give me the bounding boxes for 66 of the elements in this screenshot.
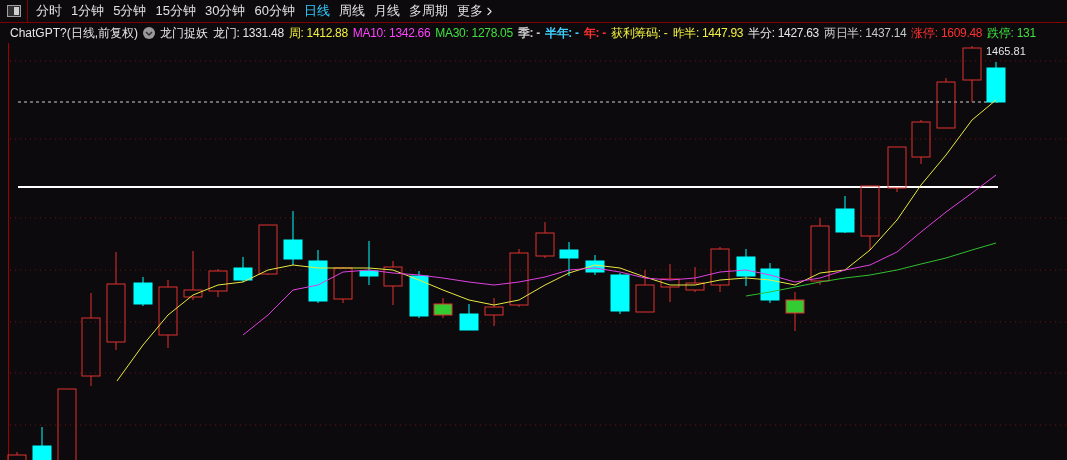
- indicator-reading: 涨停: 1609.48: [911, 25, 983, 42]
- indicator-reading: 两日半: 1437.14: [824, 25, 907, 42]
- indicator-reading: MA30: 1278.05: [435, 25, 513, 42]
- period-tab[interactable]: 日线: [303, 1, 330, 21]
- candlestick: [333, 266, 353, 304]
- candlestick: [308, 249, 328, 304]
- indicator-reading: MA10: 1342.66: [352, 25, 431, 42]
- period-tab[interactable]: 5分钟: [113, 1, 147, 21]
- candlestick: [57, 388, 77, 460]
- candlestick: [887, 146, 907, 193]
- candlestick: [986, 61, 1006, 103]
- candlestick: [459, 303, 479, 331]
- candlestick: [660, 263, 680, 303]
- indicator-reading: 半分: 1427.63: [748, 25, 819, 42]
- indicator-reading: 年: -: [583, 25, 606, 42]
- period-tab[interactable]: 15分钟: [155, 1, 196, 21]
- candlestick: [535, 221, 555, 259]
- candlestick: [835, 195, 855, 234]
- period-tab[interactable]: 60分钟: [254, 1, 295, 21]
- period-tab[interactable]: 月线: [373, 1, 400, 21]
- indicator-reading: 半年: -: [544, 25, 579, 42]
- indicator-reading: 季: -: [517, 25, 540, 42]
- stock-title: ChatGPT?(日线,前复权): [10, 25, 138, 42]
- candlestick: [585, 254, 605, 276]
- candlestick: [810, 217, 830, 286]
- candlestick: [911, 119, 931, 165]
- candlestick: [32, 426, 52, 460]
- candlestick: [258, 224, 278, 276]
- candlestick: [359, 240, 379, 286]
- candlestick: [433, 297, 453, 319]
- candlestick: [936, 77, 956, 129]
- high-price-label: 1465.81: [986, 46, 1026, 57]
- indicator-reading: 龙门: 1331.48: [213, 25, 284, 42]
- indicator-reading: 跌停: 131: [987, 25, 1036, 42]
- candlestick: [785, 291, 805, 332]
- dropdown-icon[interactable]: [143, 27, 155, 39]
- period-tab[interactable]: 30分钟: [204, 1, 246, 21]
- indicator-name: 龙门捉妖: [160, 25, 208, 42]
- candlestick: [509, 248, 529, 308]
- indicator-reading: 周: 1412.88: [288, 25, 348, 42]
- period-tab[interactable]: 更多: [456, 1, 496, 21]
- candlestick: [559, 241, 579, 277]
- period-tab[interactable]: 1分钟: [71, 1, 105, 21]
- indicator-reading: 获利筹码: -: [610, 25, 668, 42]
- candlestick: [208, 268, 228, 298]
- candlestick: [7, 451, 27, 460]
- candlestick: [283, 210, 303, 266]
- candlestick: [383, 260, 403, 306]
- candlestick: [860, 185, 880, 251]
- candlestick: [710, 246, 730, 293]
- candlestick: [158, 279, 178, 349]
- candlestick: [685, 266, 705, 293]
- window-icon[interactable]: [6, 5, 21, 17]
- candlestick: [409, 270, 429, 319]
- candlestick: [133, 276, 153, 307]
- candlestick: [635, 269, 655, 313]
- candlestick: [183, 250, 203, 301]
- candlestick: [962, 45, 982, 103]
- candlestick: [233, 256, 253, 283]
- period-tab[interactable]: 周线: [338, 1, 365, 21]
- candlestick: [484, 297, 504, 327]
- candlestick: [736, 248, 756, 287]
- indicator-reading: 昨半: 1447.93: [672, 25, 744, 42]
- candlestick: [610, 272, 630, 315]
- period-tab[interactable]: 多周期: [408, 1, 448, 21]
- period-tab[interactable]: 分时: [36, 1, 62, 21]
